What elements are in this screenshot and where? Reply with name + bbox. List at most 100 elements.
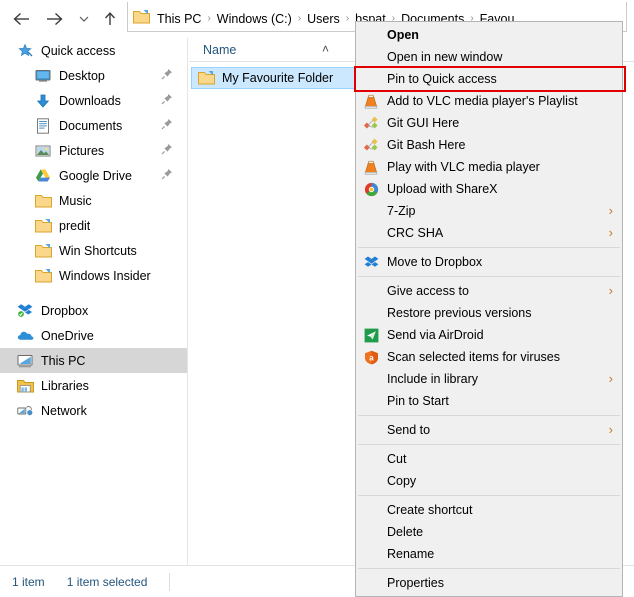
airdroid-icon	[363, 327, 379, 343]
file-list-item[interactable]: My Favourite Folder	[191, 67, 366, 89]
menu-item-send-to[interactable]: Send to ›	[356, 419, 622, 441]
breadcrumb-separator[interactable]: ›	[342, 13, 353, 24]
pin-icon[interactable]	[161, 168, 173, 182]
sidebar-item-win-shortcuts[interactable]: Win Shortcuts	[0, 238, 187, 263]
sidebar-item-predit[interactable]: predit	[0, 213, 187, 238]
breadcrumb-separator[interactable]: ›	[203, 13, 214, 24]
sidebar-item-documents[interactable]: Documents	[0, 113, 187, 138]
menu-item-copy[interactable]: Copy	[356, 470, 622, 492]
desktop-icon	[34, 68, 52, 84]
sidebar-item-label: Desktop	[59, 68, 105, 83]
status-item-count: 1 item	[12, 574, 45, 589]
menu-item-pin-to-quick-access[interactable]: Pin to Quick access	[356, 68, 622, 90]
menu-item-pin-to-start[interactable]: Pin to Start	[356, 390, 622, 412]
menu-item-label: Pin to Quick access	[387, 72, 497, 86]
sidebar-item-network[interactable]: Network	[0, 398, 187, 423]
menu-item-label: Restore previous versions	[387, 306, 532, 320]
menu-item-include-in-library[interactable]: Include in library ›	[356, 368, 622, 390]
sidebar-item-label: Google Drive	[59, 168, 132, 183]
menu-separator	[358, 247, 620, 248]
pin-icon[interactable]	[161, 143, 173, 157]
folder-shortcut-icon	[34, 218, 52, 234]
chevron-right-icon: ›	[608, 225, 613, 240]
pin-icon[interactable]	[161, 118, 173, 132]
menu-item-cut[interactable]: Cut	[356, 448, 622, 470]
navigation-pane: Quick access Desktop Downloads Documents…	[0, 38, 188, 565]
folder-shortcut-icon	[34, 243, 52, 259]
menu-item-play-with-vlc[interactable]: Play with VLC media player	[356, 156, 622, 178]
sidebar-item-label: Downloads	[59, 93, 121, 108]
menu-item-delete[interactable]: Delete	[356, 521, 622, 543]
sidebar-item-libraries[interactable]: Libraries	[0, 373, 187, 398]
sharex-icon	[363, 181, 379, 197]
menu-item-open-in-new-window[interactable]: Open in new window	[356, 46, 622, 68]
sidebar-item-music[interactable]: Music	[0, 188, 187, 213]
status-divider	[169, 572, 171, 591]
menu-item-restore-previous-versions[interactable]: Restore previous versions	[356, 302, 622, 324]
column-header-name[interactable]: Name	[203, 43, 236, 57]
menu-item-send-via-airdroid[interactable]: Send via AirDroid	[356, 324, 622, 346]
sidebar-item-onedrive[interactable]: OneDrive	[0, 323, 187, 348]
sidebar-item-label: This PC	[41, 353, 86, 368]
sidebar-item-pictures[interactable]: Pictures	[0, 138, 187, 163]
menu-item-label: 7-Zip	[387, 204, 416, 218]
pin-icon[interactable]	[161, 68, 173, 82]
menu-item-label: CRC SHA	[387, 226, 444, 240]
sidebar-item-label: Network	[41, 403, 87, 418]
menu-separator	[358, 276, 620, 277]
menu-item-properties[interactable]: Properties	[356, 572, 622, 594]
recent-locations-button[interactable]	[72, 8, 96, 30]
forward-button[interactable]	[42, 8, 66, 30]
documents-icon	[34, 117, 52, 134]
breadcrumb-item-0[interactable]: This PC	[155, 12, 203, 26]
folder-shortcut-icon	[198, 70, 216, 86]
sidebar-item-label: OneDrive	[41, 328, 94, 343]
sidebar-item-downloads[interactable]: Downloads	[0, 88, 187, 113]
menu-item-add-to-vlc-playlist[interactable]: Add to VLC media player's Playlist	[356, 90, 622, 112]
file-list-item-label: My Favourite Folder	[222, 71, 334, 85]
menu-item-label: Git GUI Here	[387, 116, 460, 130]
menu-item-7-zip[interactable]: 7-Zip ›	[356, 200, 622, 222]
breadcrumb-item-1[interactable]: Windows (C:)	[215, 12, 294, 26]
dropbox-icon	[363, 254, 379, 270]
folder-shortcut-icon	[34, 268, 52, 284]
context-menu: Open Open in new window Pin to Quick acc…	[354, 21, 626, 597]
back-button[interactable]	[10, 8, 34, 30]
file-explorer-window: This PC › Windows (C:) › Users › bspat ›…	[0, 0, 634, 597]
sidebar-item-google-drive[interactable]: Google Drive	[0, 163, 187, 188]
pin-icon[interactable]	[161, 93, 173, 107]
sidebar-item-dropbox[interactable]: Dropbox	[0, 298, 187, 323]
menu-item-crc-sha[interactable]: CRC SHA ›	[356, 222, 622, 244]
menu-item-label: Pin to Start	[387, 394, 449, 408]
git-icon	[363, 115, 379, 131]
pictures-icon	[34, 143, 52, 159]
menu-item-give-access-to[interactable]: Give access to ›	[356, 280, 622, 302]
up-button[interactable]	[98, 8, 122, 30]
menu-item-move-to-dropbox[interactable]: Move to Dropbox	[356, 251, 622, 273]
menu-item-label: Properties	[387, 576, 444, 590]
menu-item-git-gui-here[interactable]: Git GUI Here	[356, 112, 622, 134]
menu-separator	[358, 415, 620, 416]
menu-item-scan-for-viruses[interactable]: a Scan selected items for viruses	[356, 346, 622, 368]
menu-item-rename[interactable]: Rename	[356, 543, 622, 565]
sidebar-item-windows-insider[interactable]: Windows Insider	[0, 263, 187, 288]
menu-item-open[interactable]: Open	[356, 24, 622, 46]
menu-item-git-bash-here[interactable]: Git Bash Here	[356, 134, 622, 156]
network-icon	[16, 403, 34, 419]
sidebar-item-quick-access[interactable]: Quick access	[0, 38, 187, 63]
back-arrow-icon	[13, 12, 29, 26]
svg-text:a: a	[369, 353, 374, 362]
sidebar-item-label: Quick access	[41, 43, 116, 58]
downloads-icon	[34, 93, 52, 109]
sidebar-item-this-pc[interactable]: This PC	[0, 348, 187, 373]
sort-ascending-icon: ˄	[322, 42, 330, 56]
menu-item-upload-with-sharex[interactable]: Upload with ShareX	[356, 178, 622, 200]
menu-item-label: Move to Dropbox	[387, 255, 483, 269]
sidebar-item-label: Dropbox	[41, 303, 89, 318]
sidebar-item-desktop[interactable]: Desktop	[0, 63, 187, 88]
breadcrumb-item-2[interactable]: Users	[305, 12, 342, 26]
menu-item-create-shortcut[interactable]: Create shortcut	[356, 499, 622, 521]
breadcrumb-separator[interactable]: ›	[294, 13, 305, 24]
menu-item-label: Delete	[387, 525, 424, 539]
